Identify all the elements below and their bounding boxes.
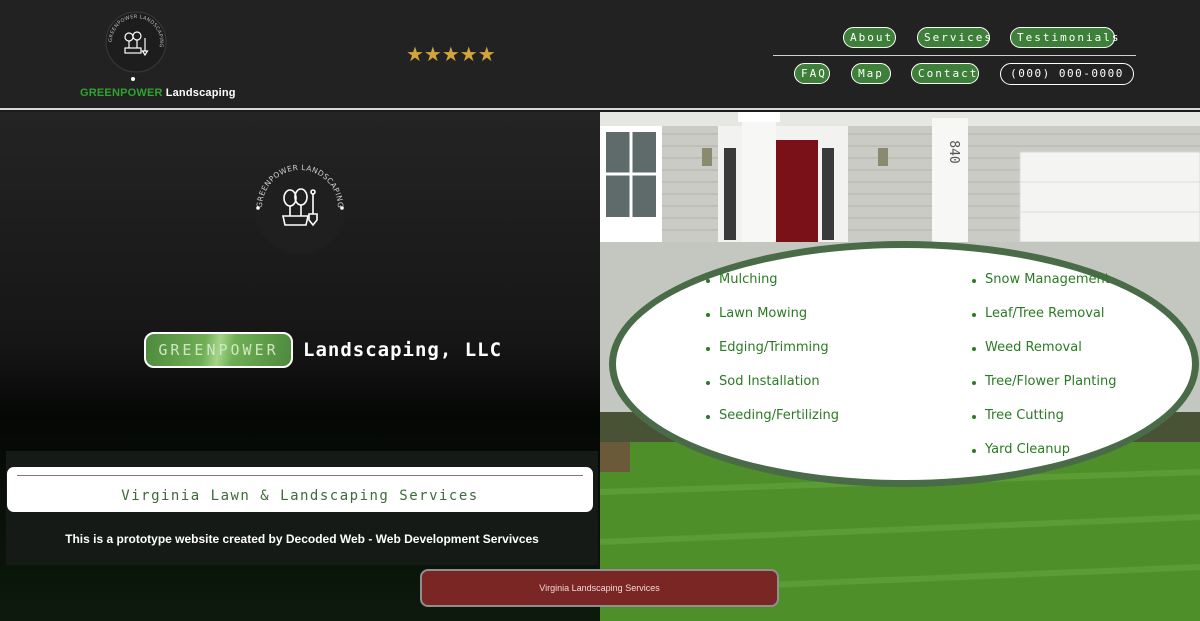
service-item: Weed Removal <box>972 340 1082 355</box>
hero-subtitle: Virginia Lawn & Landscaping Services <box>121 488 479 504</box>
virginia-landscaping-services-button[interactable]: Virginia Landscaping Services <box>420 569 779 607</box>
service-item: Tree/Flower Planting <box>971 374 1117 389</box>
hero-info-box: Virginia Lawn & Landscaping Services Thi… <box>6 451 598 565</box>
hero-subtitle-card: Virginia Lawn & Landscaping Services <box>7 467 593 512</box>
service-item: Tree Cutting <box>972 408 1064 423</box>
nav-divider <box>773 55 1136 56</box>
nav-about-button[interactable]: About <box>843 27 896 48</box>
hero-title-green-badge: GREENPOWER <box>144 331 293 368</box>
house-photo: 840 Mulching Lawn Mowing Edging/Trimming… <box>600 112 1200 621</box>
site-header: GREENPOWER LANDSCAPING GREENPOWER Landsca… <box>0 0 1200 110</box>
hero-title-text: Landscaping, LLC <box>303 338 503 361</box>
logo-dot <box>131 77 135 81</box>
nav-map-button[interactable]: Map <box>851 63 891 84</box>
logo-emblem-large: GREENPOWER LANDSCAPING <box>254 162 346 254</box>
service-item: Mulching <box>706 272 778 287</box>
hero-panel: GREENPOWER LANDSCAPING GREENPOWER Landsc… <box>0 112 600 621</box>
subtitle-divider <box>17 475 583 476</box>
logo-emblem-small[interactable]: GREENPOWER LANDSCAPING <box>104 10 168 74</box>
nav-services-button[interactable]: Services <box>917 27 991 48</box>
service-item: Lawn Mowing <box>705 306 808 321</box>
service-item: Leaf/Tree Removal <box>972 306 1105 321</box>
house-number: 840 <box>946 140 961 163</box>
service-item: Sod Installation <box>706 374 820 389</box>
brand-name[interactable]: GREENPOWER Landscaping <box>80 87 236 99</box>
service-item: Yard Cleanup <box>971 442 1071 457</box>
brand-name-white: Landscaping <box>165 87 236 99</box>
service-item: Edging/Trimming <box>706 340 829 355</box>
prototype-note: This is a prototype website created by D… <box>65 532 539 546</box>
rating-stars: ★★★★★ <box>406 42 496 66</box>
phone-button[interactable]: (000) 000-0000 <box>1000 63 1134 85</box>
brand-name-green: GREENPOWER <box>80 87 163 99</box>
services-oval <box>609 241 1199 487</box>
nav-faq-button[interactable]: FAQ <box>794 63 830 84</box>
service-item: Seeding/Fertilizing <box>706 408 839 423</box>
nav-testimonials-button[interactable]: Testimonials <box>1010 27 1118 48</box>
hero-title: GREENPOWER Landscaping, LLC <box>144 331 502 368</box>
service-item: Snow Management <box>972 272 1110 287</box>
nav-contact-button[interactable]: Contact <box>911 63 979 84</box>
